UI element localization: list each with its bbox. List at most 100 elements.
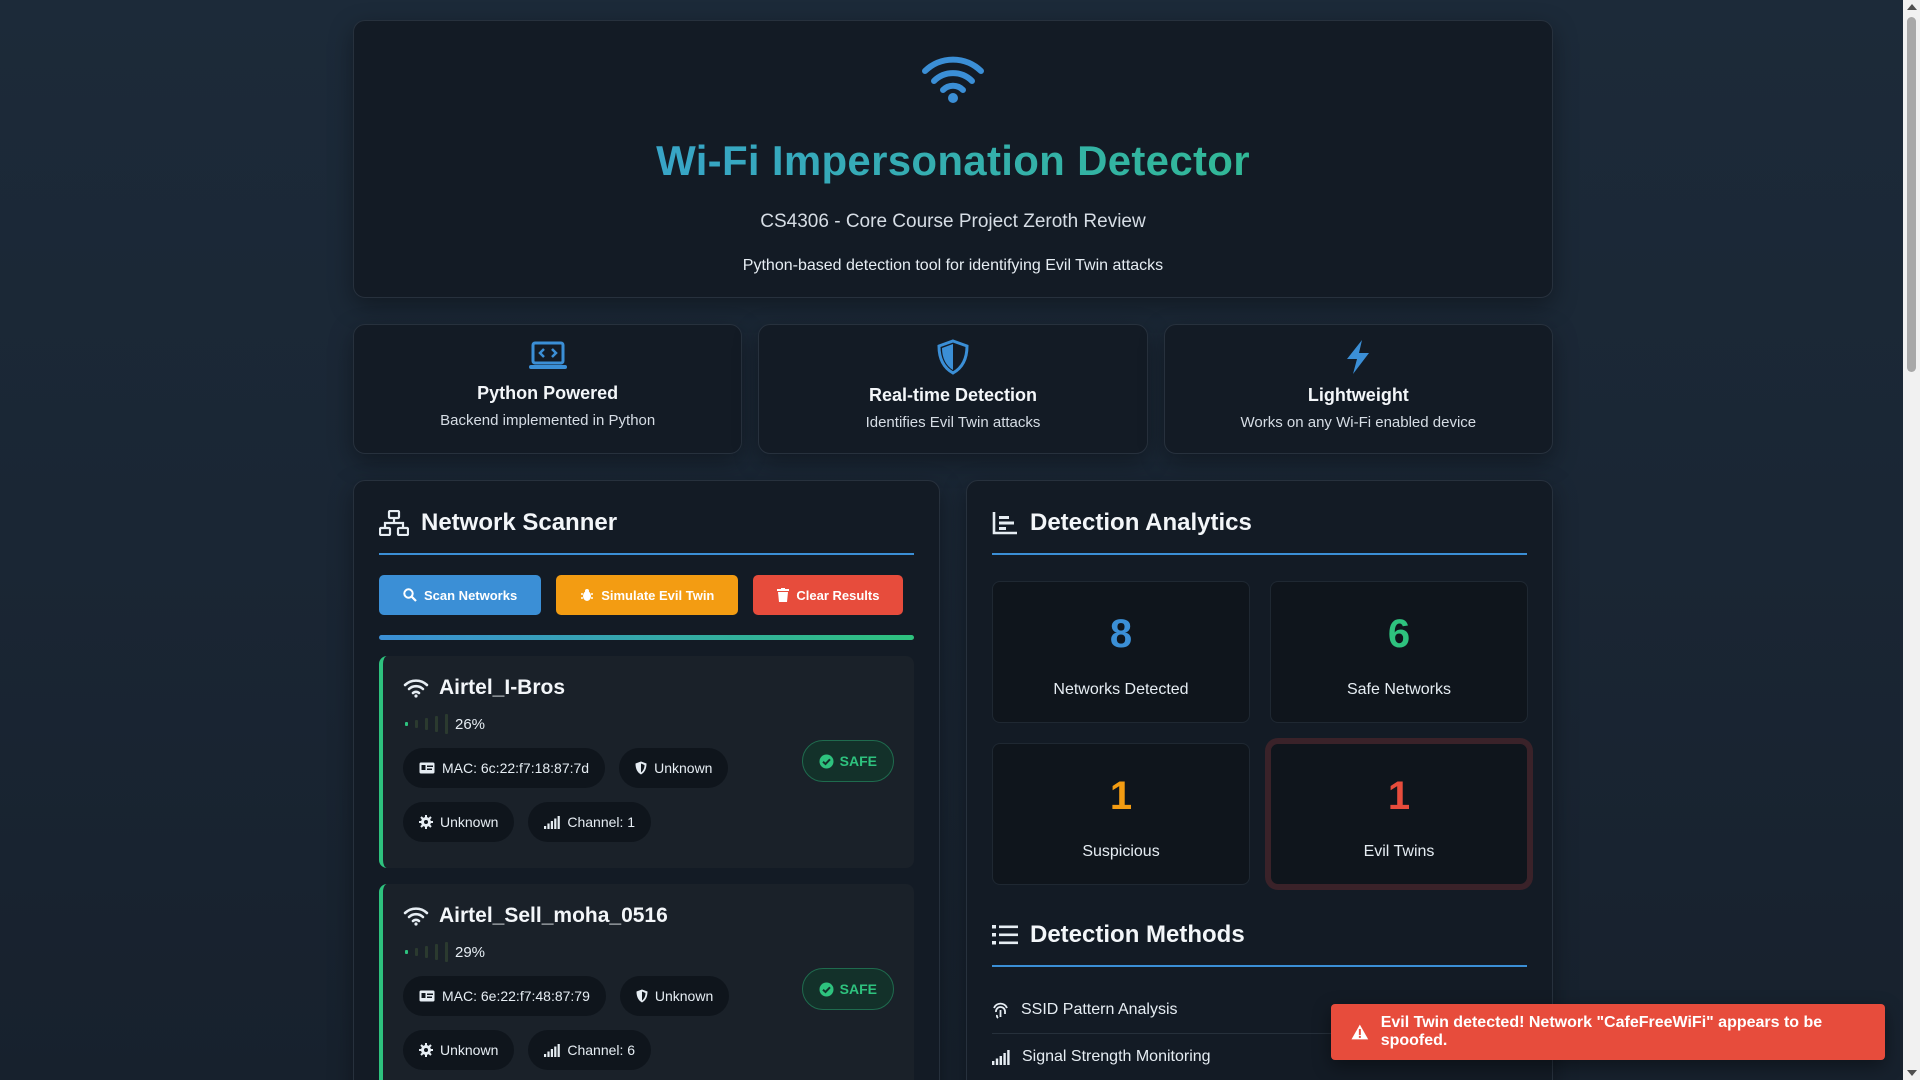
status-badge: SAFE <box>801 968 894 1010</box>
network-header: Airtel_Sell_moha_0516 <box>403 904 894 928</box>
encryption-chip: Unknown <box>403 1030 515 1070</box>
detection-analytics-panel: Detection Analytics 8 Networks Detected … <box>966 480 1553 1080</box>
page: Wi-Fi Impersonation Detector CS4306 - Co… <box>0 0 1920 1080</box>
stat-networks-detected: 8 Networks Detected <box>992 581 1250 723</box>
stat-value: 1 <box>1109 774 1133 818</box>
stat-value: 1 <box>1387 774 1411 818</box>
signal-bar <box>435 944 438 960</box>
feature-lightweight: Lightweight Works on any Wi-Fi enabled d… <box>1163 324 1553 454</box>
signal-strength: 29% <box>403 942 894 962</box>
network-icon <box>379 510 409 536</box>
evil-twin-alert-toast[interactable]: Evil Twin detected! Network "CafeFreeWiF… <box>1331 1004 1885 1060</box>
page-description: Python-based detection tool for identify… <box>742 257 1164 274</box>
stat-label: Networks Detected <box>1053 681 1189 698</box>
feature-realtime: Real-time Detection Identifies Evil Twin… <box>758 324 1148 454</box>
signal-bar <box>445 942 448 962</box>
signal-icon <box>544 815 561 829</box>
signal-bar <box>425 946 428 958</box>
signal-icon <box>544 1043 561 1057</box>
stat-label: Safe Networks <box>1346 681 1452 698</box>
clear-results-button[interactable]: Clear Results <box>753 575 904 615</box>
scan-networks-button[interactable]: Scan Networks <box>379 575 542 615</box>
simulate-evil-twin-button[interactable]: Simulate Evil Twin <box>556 575 739 615</box>
scanner-title: Network Scanner <box>421 509 618 536</box>
network-ssid: Airtel_Sell_moha_0516 <box>439 904 668 927</box>
shield-icon <box>636 989 648 1003</box>
signal-strength: 26% <box>403 714 894 734</box>
wifi-icon <box>403 907 429 926</box>
signal-bar <box>415 720 418 728</box>
scroll-up-arrow-icon[interactable] <box>1907 4 1917 10</box>
toast-message: Evil Twin detected! Network "CafeFreeWiF… <box>1380 1014 1823 1049</box>
feature-python: Python Powered Backend implemented in Py… <box>353 324 743 454</box>
network-card[interactable]: Airtel_Sell_moha_0516 29% MAC: 6e:22:f7:… <box>379 884 914 1080</box>
signal-value: 29% <box>455 943 486 961</box>
channel-value: Channel: 6 <box>567 1042 636 1058</box>
scanner-header: Network Scanner <box>379 509 914 555</box>
stat-evil-twins: 1 Evil Twins <box>1270 743 1528 885</box>
stats-grid: 8 Networks Detected 6 Safe Networks 1 Su… <box>992 581 1528 885</box>
signal-bar <box>425 718 428 730</box>
scrollbar-thumb[interactable] <box>1907 17 1916 372</box>
network-scanner-panel: Network Scanner Scan Networks Simulate E… <box>353 480 940 1080</box>
panels-row: Network Scanner Scan Networks Simulate E… <box>353 480 1553 1080</box>
network-card[interactable]: Airtel_I-Bros 26% MAC: 6c:22:f7:18:87:7d… <box>379 656 914 868</box>
stat-value: 6 <box>1387 612 1411 656</box>
feature-subtitle: Works on any Wi-Fi enabled device <box>1240 414 1477 431</box>
signal-bar <box>445 714 448 734</box>
mac-chip: MAC: 6c:22:f7:18:87:7d <box>403 748 606 788</box>
stat-label: Evil Twins <box>1363 843 1435 860</box>
trash-icon <box>777 588 790 602</box>
status-label: SAFE <box>839 753 877 769</box>
signal-bar <box>405 950 408 954</box>
security-value: Unknown <box>654 760 713 776</box>
page-title: Wi-Fi Impersonation Detector <box>354 137 1552 185</box>
wifi-icon <box>922 56 984 103</box>
security-value: Unknown <box>654 988 714 1004</box>
header-card: Wi-Fi Impersonation Detector CS4306 - Co… <box>353 20 1553 298</box>
check-circle-icon <box>819 754 834 768</box>
channel-chip: Channel: 6 <box>528 1030 652 1070</box>
feature-subtitle: Identifies Evil Twin attacks <box>865 414 1041 431</box>
gear-icon <box>419 815 433 829</box>
network-details-extra: Unknown Channel: 1 <box>403 802 894 842</box>
analytics-title: Detection Analytics <box>1030 509 1252 536</box>
page-subtitle: CS4306 - Core Course Project Zeroth Revi… <box>760 211 1146 232</box>
feature-title: Python Powered <box>477 383 619 403</box>
mac-address: MAC: 6e:22:f7:48:87:79 <box>442 988 590 1004</box>
gear-icon <box>419 1043 433 1057</box>
signal-bar <box>435 716 438 732</box>
page-scrollbar[interactable] <box>1903 0 1920 1080</box>
id-card-icon <box>419 762 435 774</box>
channel-chip: Channel: 1 <box>528 802 652 842</box>
stat-label: Suspicious <box>1082 843 1160 860</box>
methods-header: Detection Methods <box>992 921 1527 967</box>
signal-bar <box>405 722 408 726</box>
network-ssid: Airtel_I-Bros <box>439 676 566 699</box>
scan-networks-label: Scan Networks <box>424 587 518 603</box>
check-circle-icon <box>819 982 834 996</box>
scan-progress-fill <box>379 635 914 640</box>
network-details-extra: Unknown Channel: 6 <box>403 1030 894 1070</box>
shield-icon <box>635 761 647 775</box>
main-container: Wi-Fi Impersonation Detector CS4306 - Co… <box>353 20 1553 1080</box>
stat-suspicious: 1 Suspicious <box>992 743 1250 885</box>
feature-title: Lightweight <box>1307 385 1409 405</box>
method-label: SSID Pattern Analysis <box>1021 1001 1178 1018</box>
wifi-icon <box>403 679 429 698</box>
warning-icon <box>1351 1024 1369 1040</box>
security-chip: Unknown <box>619 748 729 788</box>
simulate-evil-twin-label: Simulate Evil Twin <box>601 587 715 603</box>
search-icon <box>403 588 417 602</box>
encryption-value: Unknown <box>440 1042 499 1058</box>
encryption-value: Unknown <box>440 814 499 830</box>
clear-results-label: Clear Results <box>796 587 880 603</box>
stat-safe-networks: 6 Safe Networks <box>1270 581 1528 723</box>
chart-bar-icon <box>992 512 1017 535</box>
status-label: SAFE <box>839 981 877 997</box>
signal-bars <box>405 942 448 962</box>
scroll-down-arrow-icon[interactable] <box>1907 1070 1917 1076</box>
mac-chip: MAC: 6e:22:f7:48:87:79 <box>403 976 606 1016</box>
shield-icon <box>937 339 969 375</box>
feature-subtitle: Backend implemented in Python <box>440 412 656 429</box>
